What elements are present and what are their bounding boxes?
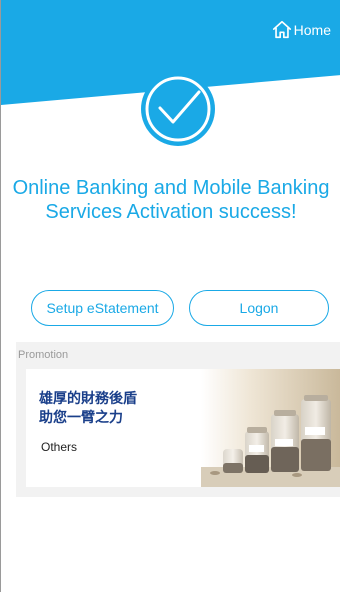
promotion-headline: 雄厚的財務後盾 助您一臂之力	[39, 389, 137, 427]
activation-success-message: Online Banking and Mobile Banking Servic…	[12, 177, 330, 223]
home-icon	[272, 20, 291, 39]
home-button[interactable]: Home	[271, 19, 331, 41]
app-screen: Home Online Banking and Mobile Banking S…	[0, 0, 340, 592]
coin-jars-image	[201, 369, 340, 487]
check-circle-icon	[141, 72, 215, 146]
promotion-headline-line2: 助您一臂之力	[39, 409, 123, 425]
promotion-card[interactable]: 雄厚的財務後盾 助您一臂之力 Others	[26, 369, 340, 487]
promotion-section-label: Promotion	[18, 349, 69, 361]
promotion-headline-line1: 雄厚的財務後盾	[39, 390, 137, 406]
promotion-category: Others	[41, 440, 78, 454]
logon-button[interactable]: Logon	[189, 290, 329, 326]
home-label: Home	[293, 22, 331, 38]
setup-estatement-button[interactable]: Setup eStatement	[31, 290, 174, 326]
